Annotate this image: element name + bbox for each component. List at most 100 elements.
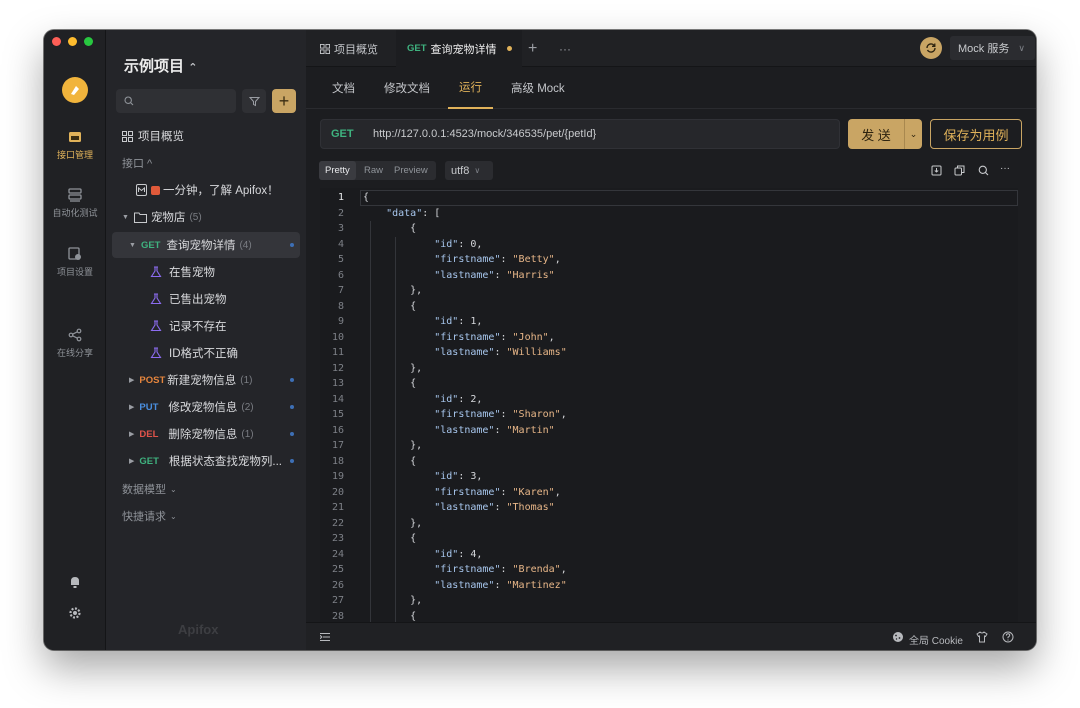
user-avatar[interactable] [62,77,88,103]
format-label: Raw [364,165,384,176]
code-token: "Martin" [506,424,555,436]
encoding-select[interactable]: utf8 ∨ [445,161,493,180]
tab-doc[interactable]: 文档 [332,67,355,109]
case-item[interactable]: ID格式不正确 [112,340,300,366]
more-tabs-button[interactable]: ··· [559,30,571,67]
zoom-window-button[interactable] [84,37,93,46]
format-label: Preview [394,165,428,176]
help-icon[interactable] [1002,631,1014,643]
cookie-icon [893,632,903,642]
project-switcher[interactable]: 示例项目 ⌃ [124,55,197,76]
code-token: "Betty" [512,254,555,265]
add-button[interactable]: + [272,89,296,113]
code-line: "firstname": "Betty", [362,252,560,268]
bell-icon[interactable] [68,575,82,589]
case-item[interactable]: 已售出宠物 [112,286,300,312]
test-case-icon [150,347,162,359]
sidebar-api-item[interactable]: ▶ POST 新建宠物信息 (1) [112,367,300,393]
search-icon[interactable] [978,165,989,176]
sidebar-toggle-icon[interactable] [320,632,330,642]
code-line: "id": 2, [362,392,482,408]
url-bar[interactable]: GET http://127.0.0.1:4523/mock/346535/pe… [320,119,840,149]
code-token: 0, [470,238,483,250]
sidebar-api-item[interactable]: ▶ DEL 删除宠物信息 (1) [112,421,300,447]
shirt-icon[interactable] [976,631,988,643]
code-line: "firstname": "Sharon", [362,407,566,423]
api-name: 修改宠物信息 [168,402,238,414]
code-token: { [362,300,417,312]
method-select[interactable]: GET [321,128,373,140]
sidebar-item-label: 一分钟，了解 Apifox！ [163,185,279,197]
section-data-models[interactable]: 数据模型 ⌄ [112,476,300,502]
gear-icon[interactable] [68,606,82,620]
section-api[interactable]: 接口 ^ [112,150,300,176]
url-input[interactable]: http://127.0.0.1:4523/mock/346535/pet/{p… [373,128,596,140]
sidebar: 示例项目 ⌃ + 项目概览 接口 ^ 一分钟，了解 Apifox！ ▼ 宠物店(… [106,30,306,650]
mock-service-select[interactable]: Mock 服务 ∨ [950,36,1035,60]
format-pretty[interactable]: Pretty [319,161,356,180]
code-token: , [554,486,561,498]
tab-get-pet-detail[interactable]: GET 查询宠物详情 [396,30,522,67]
search-input[interactable] [116,89,236,113]
api-count: (1) [240,374,253,386]
status-dot [290,459,294,463]
method-badge: DEL [139,428,159,440]
tab-run[interactable]: 运行 [448,67,493,109]
copy-icon[interactable] [954,165,965,176]
code-token: , [548,331,555,343]
code-line: "id": 4, [362,547,482,563]
status-dot [290,378,294,382]
line-number: 13 [331,378,344,389]
format-raw[interactable]: Raw [358,161,389,180]
refresh-icon [926,43,936,53]
global-cookie-link[interactable]: 全局 Cookie [909,632,963,647]
folder-petstore[interactable]: ▼ 宠物店 (5) [112,204,300,230]
chevron-down-icon[interactable]: ⌄ [904,119,922,149]
emoji-icon [151,185,160,195]
sidebar-item-intro[interactable]: 一分钟，了解 Apifox！ [112,177,300,203]
sync-button[interactable] [920,37,942,59]
section-quick-requests[interactable]: 快捷请求 ⌄ [112,503,300,529]
response-body[interactable]: 1 {2 "data": [3 {4 "id": 0, 5 "firstname":… [320,188,1018,622]
sidebar-api-item[interactable]: ▶ GET 根据状态查找宠物列... [112,448,300,474]
code-line: "id": 1, [362,314,482,330]
more-icon[interactable]: ··· [1000,163,1010,174]
tab-overview[interactable]: 项目概览 [314,30,384,67]
filter-icon [248,96,260,106]
save-case-button[interactable]: 保存为用例 [930,119,1022,149]
code-token: : [494,502,507,513]
tab-edit-doc[interactable]: 修改文档 [384,67,430,109]
format-preview[interactable]: Preview [388,161,434,180]
download-icon[interactable] [931,165,942,176]
status-dot [290,243,294,247]
rail-item-settings[interactable]: 项目设置 [44,247,106,278]
code-token: "Harris" [506,269,555,281]
code-token: 4, [470,548,483,560]
rail-item-api[interactable]: 接口管理 [44,130,106,161]
sidebar-api-item[interactable]: ▶ PUT 修改宠物信息 (2) [112,394,300,420]
rail-item-share[interactable]: 在线分享 [44,328,106,359]
tab-label: 文档 [332,83,355,95]
code-token: "John" [512,331,549,343]
rail-label: 自动化测试 [52,208,98,218]
case-item[interactable]: 记录不存在 [112,313,300,339]
sidebar-api-selected[interactable]: ▼ GET 查询宠物详情 (4) [112,232,300,258]
project-name: 示例项目 [124,58,185,75]
close-window-button[interactable] [52,37,61,46]
send-button[interactable]: 发 送 ⌄ [848,119,922,149]
code-token: : [ [422,207,441,219]
rail-item-automation[interactable]: 自动化测试 [44,188,106,219]
new-tab-button[interactable]: + [528,30,537,67]
sidebar-item-overview[interactable]: 项目概览 [112,123,300,149]
code-token: "lastname" [434,424,495,436]
code-token: : [494,269,507,281]
filter-button[interactable] [242,89,266,113]
tab-advanced-mock[interactable]: 高级 Mock [511,67,565,109]
code-token: }, [362,362,423,374]
code-token: "id" [434,393,459,405]
case-item[interactable]: 在售宠物 [112,259,300,285]
case-label: 已售出宠物 [169,294,227,306]
minimize-window-button[interactable] [68,37,77,46]
